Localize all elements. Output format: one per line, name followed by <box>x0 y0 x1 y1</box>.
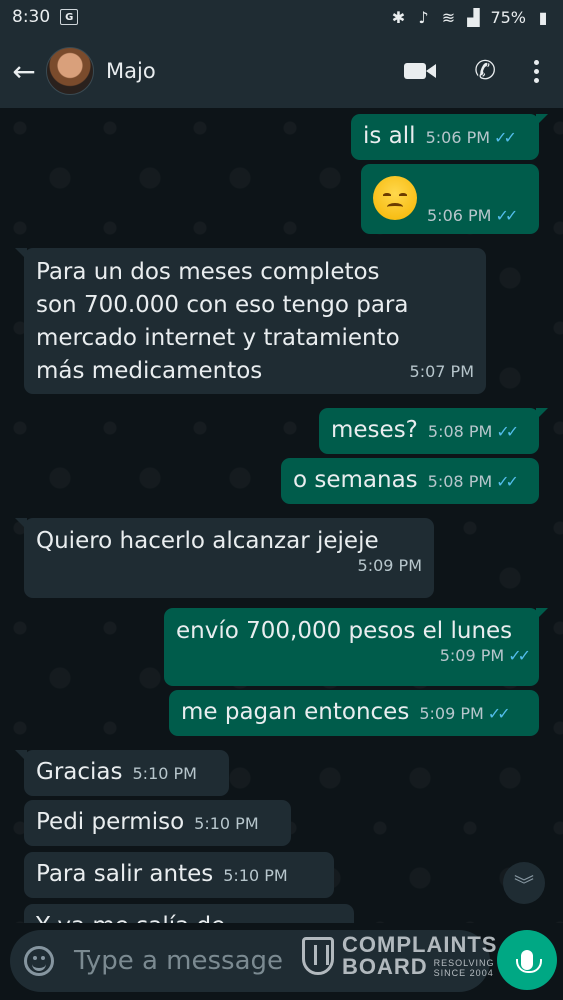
message-line: más medicamentos <box>36 358 263 384</box>
voice-call-icon[interactable]: ✆ <box>474 58 496 84</box>
watermark-line1: COMPLAINTS <box>342 932 498 957</box>
message-time: 5:10 PM <box>132 764 197 783</box>
scroll-down-icon[interactable]: ︾ <box>503 862 545 904</box>
back-arrow-icon[interactable]: ← <box>2 55 46 88</box>
message-line: son 700.000 con eso tengo para <box>36 292 409 318</box>
message-time: 5:10 PM <box>223 866 288 885</box>
message-bubble[interactable]: meses? 5:08 PM ✓✓ <box>319 408 548 454</box>
message-bubble[interactable]: Y ya me salía de <box>24 904 354 923</box>
message-bubble[interactable]: is all 5:06 PM ✓✓ <box>351 114 548 160</box>
read-ticks-icon: ✓✓ <box>496 472 519 491</box>
message-time: 5:07 PM <box>409 362 474 381</box>
read-ticks-icon: ✓✓ <box>496 422 519 441</box>
message-bubble[interactable]: Pedi permiso 5:10 PM <box>24 800 291 846</box>
mic-button[interactable] <box>497 930 557 990</box>
message-time: 5:06 PM <box>427 205 492 225</box>
read-ticks-icon: ✓✓ <box>494 128 517 147</box>
message-line: Para un dos meses completos <box>36 259 380 285</box>
video-call-icon[interactable] <box>404 61 437 81</box>
watermark-tag1: RESOLVING <box>433 958 495 968</box>
status-bar: 8:30 G ✱ ♪ ≋ ▟ 75% ▮ <box>0 0 563 34</box>
message-bubble[interactable]: 5:06 PM ✓✓ <box>361 164 539 234</box>
message-text: Y ya me salía de <box>36 913 225 923</box>
message-input[interactable]: Type a message <box>74 946 283 976</box>
avatar[interactable] <box>46 47 94 95</box>
message-bubble[interactable]: me pagan entonces 5:09 PM ✓✓ <box>169 690 539 736</box>
message-time: 5:08 PM <box>427 472 493 491</box>
message-text: o semanas <box>293 467 418 493</box>
message-time: 5:06 PM <box>425 128 491 147</box>
watermark-shield-icon <box>302 937 334 975</box>
message-bubble[interactable]: envío 700,000 pesos el lunes 5:09 PM ✓✓ <box>164 608 548 686</box>
wifi-icon: ≋ <box>441 7 456 27</box>
message-text: me pagan entonces <box>181 699 410 725</box>
read-ticks-icon: ✓✓ <box>487 704 511 723</box>
message-time: 5:09 PM <box>357 556 422 575</box>
read-ticks-icon: ✓✓ <box>508 646 531 665</box>
message-text: Para salir antes <box>36 861 214 887</box>
message-time: 5:09 PM <box>419 704 484 723</box>
battery-level: 75% <box>490 7 526 27</box>
more-options-icon[interactable] <box>534 59 539 83</box>
message-bubble[interactable]: Quiero hacerlo alcanzar jejeje 5:09 PM <box>15 518 434 598</box>
watermark-tag2: SINCE 2004 <box>433 968 494 978</box>
disappointed-face-icon <box>373 176 417 220</box>
message-time: 5:10 PM <box>194 814 259 833</box>
message-text: envío 700,000 pesos el lunes <box>176 618 513 644</box>
message-time: 5:08 PM <box>427 422 493 441</box>
message-time: 5:09 PM <box>439 646 505 665</box>
chat-header: ← Majo ✆ <box>0 34 563 108</box>
message-text: meses? <box>331 417 418 443</box>
chat-area[interactable]: is all 5:06 PM ✓✓ 5:06 PM ✓✓ Para un dos me… <box>0 108 563 923</box>
mute-icon: ♪ <box>418 7 429 27</box>
message-line: mercado internet y tratamiento <box>36 325 400 351</box>
notification-icon: G <box>60 9 79 25</box>
microphone-icon <box>516 950 542 973</box>
signal-icon: ▟ <box>467 7 480 27</box>
status-time: 8:30 <box>12 7 51 27</box>
bluetooth-icon: ✱ <box>391 7 406 27</box>
message-text: Quiero hacerlo alcanzar jejeje <box>36 528 379 554</box>
watermark: COMPLAINTS BOARD RESOLVING SINCE 2004 <box>302 934 497 978</box>
message-bubble[interactable]: Gracias 5:10 PM <box>15 750 229 796</box>
contact-name[interactable]: Majo <box>106 59 156 83</box>
message-bubble[interactable]: o semanas 5:08 PM ✓✓ <box>281 458 539 504</box>
message-text: is all <box>363 123 416 149</box>
message-bubble[interactable]: Para un dos meses completos son 700.000 … <box>15 248 486 394</box>
message-text: Gracias <box>36 759 123 785</box>
message-bubble[interactable]: Para salir antes 5:10 PM <box>24 852 334 898</box>
message-text: Pedi permiso <box>36 809 185 835</box>
read-ticks-icon: ✓✓ <box>495 205 518 225</box>
battery-icon: ▮ <box>538 7 548 27</box>
emoji-icon[interactable] <box>24 946 54 976</box>
watermark-line2: BOARD <box>342 954 428 979</box>
